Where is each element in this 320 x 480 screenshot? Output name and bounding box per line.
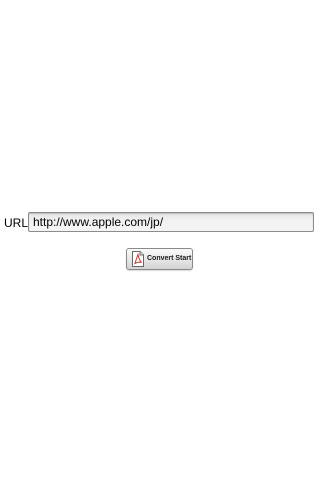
- pdf-document-icon: [132, 251, 144, 267]
- convert-start-button[interactable]: Convert Start: [126, 248, 193, 270]
- url-input[interactable]: [28, 212, 314, 232]
- convert-start-label: Convert Start: [147, 255, 192, 262]
- url-form-row: URL:: [0, 212, 320, 234]
